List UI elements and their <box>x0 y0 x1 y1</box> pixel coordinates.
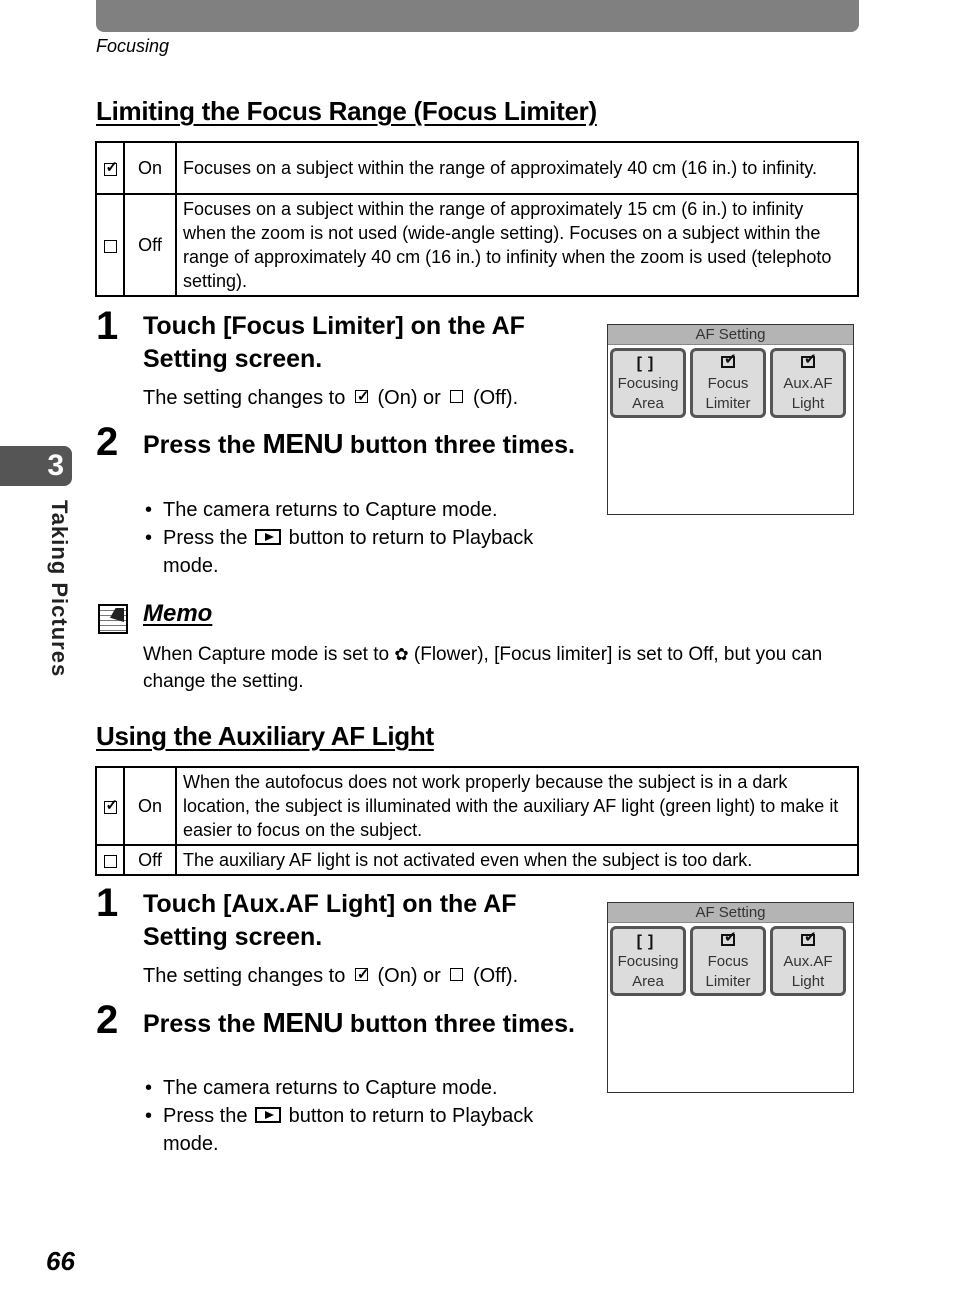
table-row: On Focuses on a subject within the range… <box>95 141 859 195</box>
memo-text: When Capture mode is set to ✿ (Flower), … <box>143 641 863 695</box>
body-text: Press the <box>163 527 248 549</box>
button-label: Focusing <box>617 953 679 970</box>
step-title: Press the MENU button three times. <box>143 427 583 462</box>
section-title-aux-af-light: Using the Auxiliary AF Light <box>96 721 434 751</box>
body-text: (On) or <box>377 387 441 409</box>
memo-icon <box>98 604 128 634</box>
option-description: Focuses on a subject within the range of… <box>175 141 859 195</box>
checkbox-checked-icon <box>721 928 737 948</box>
title-text: Press the <box>143 1010 256 1038</box>
button-label: Limiter <box>705 395 751 412</box>
step-number: 2 <box>96 998 119 1042</box>
list-item: The camera returns to Capture mode. <box>143 496 593 524</box>
checkbox-empty-icon <box>103 854 117 868</box>
bullet-list: The camera returns to Capture mode. Pres… <box>143 496 593 580</box>
step-title: Touch [Focus Limiter] on the AF Setting … <box>143 312 525 373</box>
button-label: Light <box>791 973 825 990</box>
body-text: The setting changes to <box>143 387 346 409</box>
body-text: (Off). <box>472 965 519 987</box>
body-text: (Off). <box>472 387 519 409</box>
option-description: Focuses on a subject within the range of… <box>175 193 859 297</box>
body-text: (On) or <box>377 965 441 987</box>
focus-bracket-icon: [] <box>636 933 660 950</box>
option-description: When the autofocus does not work properl… <box>175 766 859 846</box>
memo-title: Memo <box>143 600 213 627</box>
chapter-tab: 3 <box>0 446 72 486</box>
header-bar <box>96 0 859 32</box>
af-setting-screen: AF Setting [] Focusing Area Focus Limite… <box>607 902 854 1093</box>
checkbox-checked-icon <box>354 383 369 411</box>
menu-button-label: MENU <box>262 428 344 459</box>
table-row: Off Focuses on a subject within the rang… <box>95 193 859 297</box>
screen-title: AF Setting <box>608 325 853 345</box>
option-label: On <box>123 141 177 195</box>
bullet-list: The camera returns to Capture mode. Pres… <box>143 1074 593 1158</box>
page-number: 66 <box>46 1246 75 1276</box>
list-item: The camera returns to Capture mode. <box>143 1074 593 1102</box>
focus-limiter-table: On Focuses on a subject within the range… <box>95 141 859 297</box>
checkbox-checked-icon <box>801 928 817 948</box>
checkbox-checked-icon <box>721 350 737 370</box>
body-text: When Capture mode is set to <box>143 644 390 665</box>
playback-icon <box>255 528 282 545</box>
checkbox-checked-icon <box>801 350 817 370</box>
title-text: button three times. <box>349 431 575 459</box>
running-head: Focusing <box>96 36 170 56</box>
button-label: Focusing <box>617 375 679 392</box>
focus-bracket-icon: [] <box>636 355 660 372</box>
button-label: Aux.AF <box>783 953 833 970</box>
checkbox-empty-icon <box>450 390 464 404</box>
table-row: On When the autofocus does not work prop… <box>95 766 859 846</box>
menu-button-label: MENU <box>262 1007 344 1038</box>
step-title: Press the MENU button three times. <box>143 1006 583 1041</box>
button-label: Aux.AF <box>783 375 833 392</box>
option-label: Off <box>123 844 177 876</box>
option-label: On <box>123 766 177 846</box>
checkbox-checked-icon <box>103 794 118 818</box>
table-row: Off The auxiliary AF light is not activa… <box>95 844 859 876</box>
button-label: Focus <box>707 375 749 392</box>
focusing-area-button[interactable]: [] Focusing Area <box>610 926 686 996</box>
title-text: button three times. <box>349 1010 575 1038</box>
list-item: Press the button to return to Playback m… <box>143 524 593 580</box>
checkbox-checked-icon <box>354 961 369 989</box>
step-number: 1 <box>96 304 119 348</box>
aux-af-light-button[interactable]: Aux.AF Light <box>770 926 846 996</box>
button-label: Light <box>791 395 825 412</box>
screen-title: AF Setting <box>608 903 853 923</box>
option-label: Off <box>123 193 177 297</box>
focus-limiter-button[interactable]: Focus Limiter <box>690 348 766 418</box>
option-description: The auxiliary AF light is not activated … <box>175 844 859 876</box>
flower-icon: ✿ <box>394 645 409 664</box>
body-text: Press the <box>163 1105 248 1127</box>
step-title: Touch [Aux.AF Light] on the AF Setting s… <box>143 890 517 951</box>
list-item: Press the button to return to Playback m… <box>143 1102 593 1158</box>
checkbox-checked-icon <box>103 156 118 180</box>
section-title-focus-limiter: Limiting the Focus Range (Focus Limiter) <box>96 96 597 126</box>
playback-icon <box>255 1106 282 1123</box>
body-text: The setting changes to <box>143 965 346 987</box>
focusing-area-button[interactable]: [] Focusing Area <box>610 348 686 418</box>
aux-af-light-table: On When the autofocus does not work prop… <box>95 766 859 876</box>
aux-af-light-button[interactable]: Aux.AF Light <box>770 348 846 418</box>
title-text: Press the <box>143 431 256 459</box>
button-label: Area <box>632 973 664 990</box>
chapter-label: Taking Pictures <box>47 500 72 678</box>
button-label: Area <box>632 395 664 412</box>
button-label: Limiter <box>705 973 751 990</box>
step-number: 2 <box>96 420 119 464</box>
step-number: 1 <box>96 881 119 925</box>
checkbox-empty-icon <box>450 968 464 982</box>
checkbox-empty-icon <box>103 239 117 253</box>
step-body: The setting changes to (On) or (Off). <box>143 961 519 990</box>
focus-limiter-button[interactable]: Focus Limiter <box>690 926 766 996</box>
step-body: The setting changes to (On) or (Off). <box>143 383 519 412</box>
af-setting-screen: AF Setting [] Focusing Area Focus Limite… <box>607 324 854 515</box>
button-label: Focus <box>707 953 749 970</box>
